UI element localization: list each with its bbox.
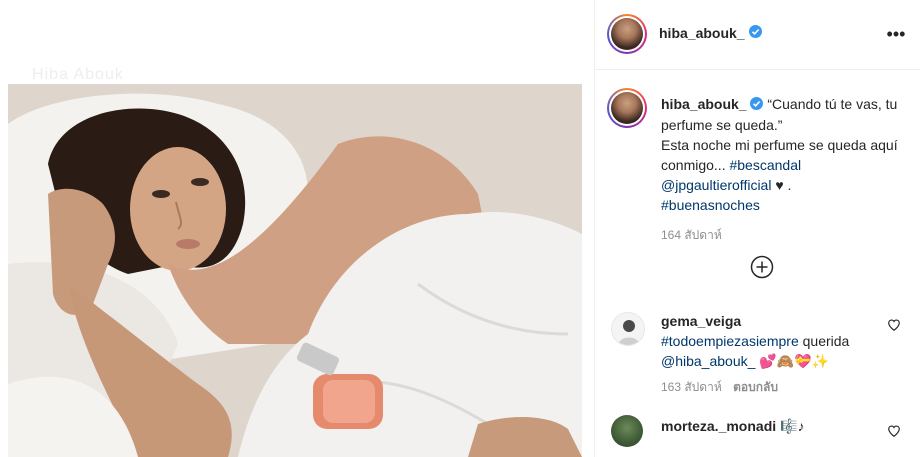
caption-time[interactable]: 164 สัปดาห์	[661, 225, 901, 245]
hashtag-link[interactable]: #bescandal	[729, 157, 801, 173]
post-header: hiba_abouk_ •••	[595, 0, 920, 70]
caption-username[interactable]: hiba_abouk_	[661, 96, 747, 112]
caption-avatar[interactable]	[607, 88, 647, 128]
hashtag-link[interactable]: #buenasnoches	[661, 197, 760, 213]
load-more-comments-icon[interactable]	[750, 255, 774, 279]
comment-emojis: 🎼♪	[776, 418, 805, 434]
header-avatar[interactable]	[607, 14, 647, 54]
comment-username[interactable]: gema_veiga	[661, 313, 741, 329]
caption-heart: ♥ .	[771, 177, 792, 194]
photo-illustration	[8, 84, 582, 457]
more-options-icon[interactable]: •••	[884, 24, 908, 44]
heart-icon[interactable]	[887, 424, 901, 438]
comment-text: querida	[798, 333, 850, 349]
mention-link[interactable]: @hiba_abouk_	[661, 353, 755, 369]
comment-avatar[interactable]	[611, 312, 645, 346]
heart-icon[interactable]	[887, 318, 901, 332]
header-user: hiba_abouk_	[659, 25, 763, 43]
mention-link[interactable]: @jpgaultierofficial	[661, 177, 771, 193]
media-faint-text: Hiba Abouk	[32, 66, 124, 83]
post-media[interactable]: Hiba Abouk	[0, 0, 595, 457]
verified-badge-icon	[749, 25, 763, 43]
reply-button[interactable]: ตอบกลับ	[733, 380, 778, 394]
post-photo[interactable]	[8, 84, 582, 457]
comment-emojis: 💕🙈💝✨	[755, 353, 830, 369]
post-caption: hiba_abouk_ “Cuando tú te vas, tu perfum…	[661, 94, 901, 245]
comment-item: gema_veiga #todoempiezasiempre querida @…	[661, 311, 881, 397]
comment-time[interactable]: 163 สัปดาห์	[661, 380, 722, 394]
comment-avatar[interactable]	[611, 415, 643, 447]
header-username[interactable]: hiba_abouk_	[659, 25, 745, 41]
comment-username[interactable]: morteza._monadi	[661, 418, 776, 434]
verified-badge-icon	[750, 95, 764, 115]
comment-meta: 163 สัปดาห์ ตอบกลับ	[661, 377, 881, 397]
comment-item: morteza._monadi 🎼♪	[661, 416, 881, 436]
hashtag-link[interactable]: #todoempiezasiempre	[661, 333, 799, 349]
